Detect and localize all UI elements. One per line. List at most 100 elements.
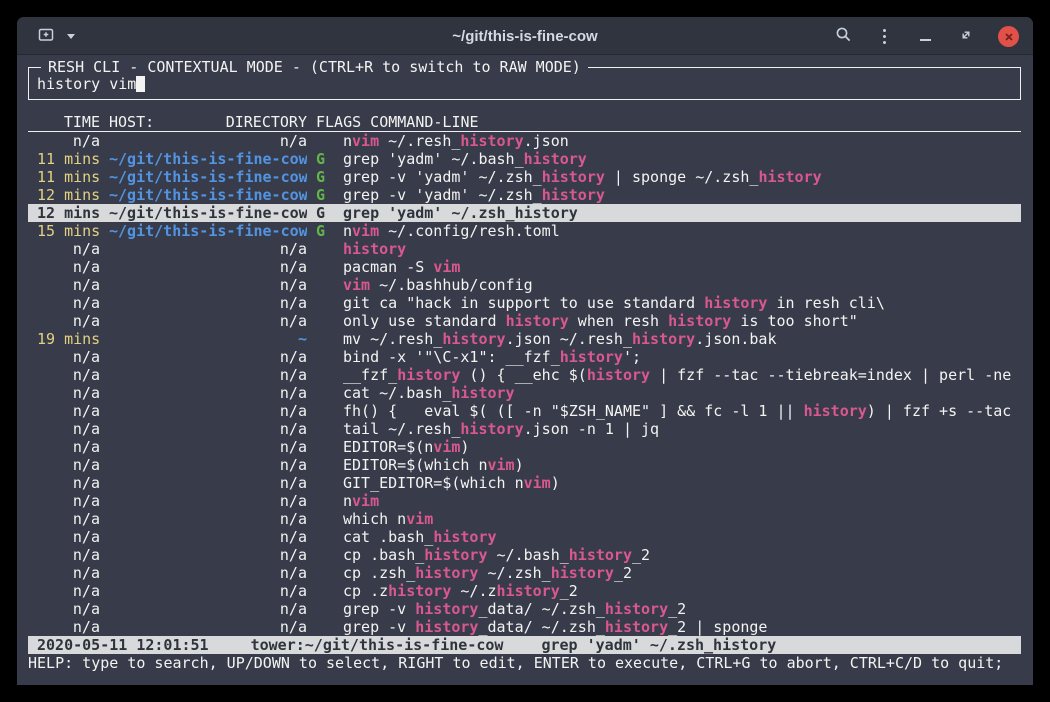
close-icon [1004, 27, 1014, 46]
history-row[interactable]: n/an/agrep -v history_data/ ~/.zsh_histo… [28, 618, 1021, 636]
header-directory: DIRECTORY [226, 113, 307, 131]
command-cell: cp .zhistory ~/.zhistory_2 [343, 582, 1021, 600]
history-row[interactable]: n/an/agrep -v history_data/ ~/.zsh_histo… [28, 600, 1021, 618]
directory-cell: n/a [109, 492, 307, 510]
history-table-header: TIME HOST:DIRECTORY FLAGS COMMAND-LINE [28, 113, 1021, 132]
command-cell: which nvim [343, 510, 1021, 528]
time-cell: n/a [37, 474, 100, 492]
history-row[interactable]: n/an/acat ~/.bash_history [28, 384, 1021, 402]
command-cell: grep 'yadm' ~/.bash_history [343, 150, 1021, 168]
history-row[interactable]: n/an/ahistory [28, 240, 1021, 258]
directory-cell: n/a [109, 132, 307, 150]
flags-cell [316, 474, 343, 492]
history-row[interactable]: 12 mins~/git/this-is-fine-cowGgrep 'yadm… [28, 204, 1021, 222]
flags-cell [316, 492, 343, 510]
menu-button[interactable] [875, 24, 893, 48]
history-row[interactable]: n/an/abind -x '"\C-x1": __fzf_history'; [28, 348, 1021, 366]
command-cell: EDITOR=$(nvim) [343, 438, 1021, 456]
history-row[interactable]: n/an/apacman -S vim [28, 258, 1021, 276]
flags-cell [316, 528, 343, 546]
directory-cell: n/a [109, 564, 307, 582]
history-row[interactable]: 19 mins~mv ~/.resh_history.json ~/.resh_… [28, 330, 1021, 348]
restore-window-icon [959, 27, 973, 46]
search-button[interactable] [834, 24, 852, 48]
help-line: HELP: type to search, UP/DOWN to select,… [28, 654, 1021, 672]
directory-cell: ~/git/this-is-fine-cow [109, 150, 307, 168]
directory-cell: n/a [109, 348, 307, 366]
command-cell: vim ~/.bashhub/config [343, 276, 1021, 294]
history-row[interactable]: n/an/aEDITOR=$(which nvim) [28, 456, 1021, 474]
command-cell: history [343, 240, 1021, 258]
history-row[interactable]: n/an/atail ~/.resh_history.json -n 1 | j… [28, 420, 1021, 438]
command-cell: tail ~/.resh_history.json -n 1 | jq [343, 420, 1021, 438]
time-cell: 12 mins [37, 204, 100, 222]
history-row[interactable]: n/an/afh() { eval $( ([ -n "$ZSH_NAME" ]… [28, 402, 1021, 420]
history-row[interactable]: 11 mins~/git/this-is-fine-cowGgrep -v 'y… [28, 168, 1021, 186]
flags-cell [316, 510, 343, 528]
history-row[interactable]: n/an/awhich nvim [28, 510, 1021, 528]
history-row[interactable]: n/an/acp .bash_history ~/.bash_history_2 [28, 546, 1021, 564]
flags-cell: G [316, 168, 343, 186]
command-cell: grep -v 'yadm' ~/.zsh_history [343, 186, 1021, 204]
close-button[interactable] [998, 26, 1019, 47]
command-cell: nvim ~/.config/resh.toml [343, 222, 1021, 240]
flags-cell [316, 366, 343, 384]
time-cell: n/a [37, 600, 100, 618]
history-row[interactable]: n/an/anvim [28, 492, 1021, 510]
flags-cell [316, 240, 343, 258]
history-row[interactable]: n/an/acp .zsh_history ~/.zsh_history_2 [28, 564, 1021, 582]
directory-cell: n/a [109, 366, 307, 384]
flags-cell: G [316, 204, 343, 222]
time-cell: n/a [37, 546, 100, 564]
history-row[interactable]: n/an/a__fzf_history () { __ehc $(history… [28, 366, 1021, 384]
history-row[interactable]: n/an/aonly use standard history when res… [28, 312, 1021, 330]
history-row[interactable]: 11 mins~/git/this-is-fine-cowGgrep 'yadm… [28, 150, 1021, 168]
restore-button[interactable] [957, 24, 975, 48]
history-row[interactable]: n/an/avim ~/.bashhub/config [28, 276, 1021, 294]
command-cell: mv ~/.resh_history.json ~/.resh_history.… [343, 330, 1021, 348]
header-host: HOST: [109, 113, 154, 131]
flags-cell: G [316, 222, 343, 240]
history-row[interactable]: n/an/aGIT_EDITOR=$(which nvim) [28, 474, 1021, 492]
history-row[interactable]: 15 mins~/git/this-is-fine-cowGnvim ~/.co… [28, 222, 1021, 240]
directory-cell: n/a [109, 528, 307, 546]
status-datetime: 2020-05-11 12:01:51 [37, 636, 209, 654]
history-row[interactable]: n/an/acat .bash_history [28, 528, 1021, 546]
command-cell: pacman -S vim [343, 258, 1021, 276]
titlebar: ~/git/this-is-fine-cow [17, 17, 1033, 55]
command-cell: cp .bash_history ~/.bash_history_2 [343, 546, 1021, 564]
flags-cell [316, 402, 343, 420]
flags-cell [316, 276, 343, 294]
directory-cell: ~/git/this-is-fine-cow [109, 204, 307, 222]
history-row[interactable]: 12 mins~/git/this-is-fine-cowGgrep -v 'y… [28, 186, 1021, 204]
directory-cell: n/a [109, 456, 307, 474]
directory-cell: n/a [109, 258, 307, 276]
search-query-input[interactable]: history vim [37, 75, 1012, 93]
search-query-text: history vim [37, 75, 136, 93]
flags-cell [316, 384, 343, 402]
flags-cell: G [316, 150, 343, 168]
time-cell: n/a [37, 294, 100, 312]
history-row[interactable]: n/a n/a git ca "hack in support to use sta… [28, 294, 1021, 312]
new-tab-button[interactable] [37, 24, 55, 48]
history-row[interactable]: n/an/anvim ~/.resh_history.json [28, 132, 1021, 150]
time-cell: n/a [37, 456, 100, 474]
header-host-directory: HOST: DIRECTORY [109, 113, 307, 131]
command-cell: only use standard history when resh hist… [343, 312, 1021, 330]
flags-cell [316, 330, 343, 348]
command-cell: __fzf_history () { __ehc $(history | fzf… [343, 366, 1021, 384]
command-cell: git ca "hack in support to use standard … [343, 294, 1021, 312]
history-row[interactable]: n/an/aEDITOR=$(nvim) [28, 438, 1021, 456]
time-cell: 12 mins [37, 186, 100, 204]
status-host-directory: tower:~/git/this-is-fine-cow [251, 636, 504, 654]
status-command: grep 'yadm' ~/.zsh_history [541, 636, 776, 654]
minimize-button[interactable] [916, 24, 934, 48]
history-row[interactable]: n/an/acp .zhistory ~/.zhistory_2 [28, 582, 1021, 600]
time-cell: n/a [37, 564, 100, 582]
flags-cell [316, 582, 343, 600]
new-tab-dropdown-button[interactable] [62, 24, 80, 48]
flags-cell [316, 456, 343, 474]
kebab-menu-icon [883, 29, 886, 44]
directory-cell: n/a [109, 294, 307, 312]
flags-cell [316, 312, 343, 330]
